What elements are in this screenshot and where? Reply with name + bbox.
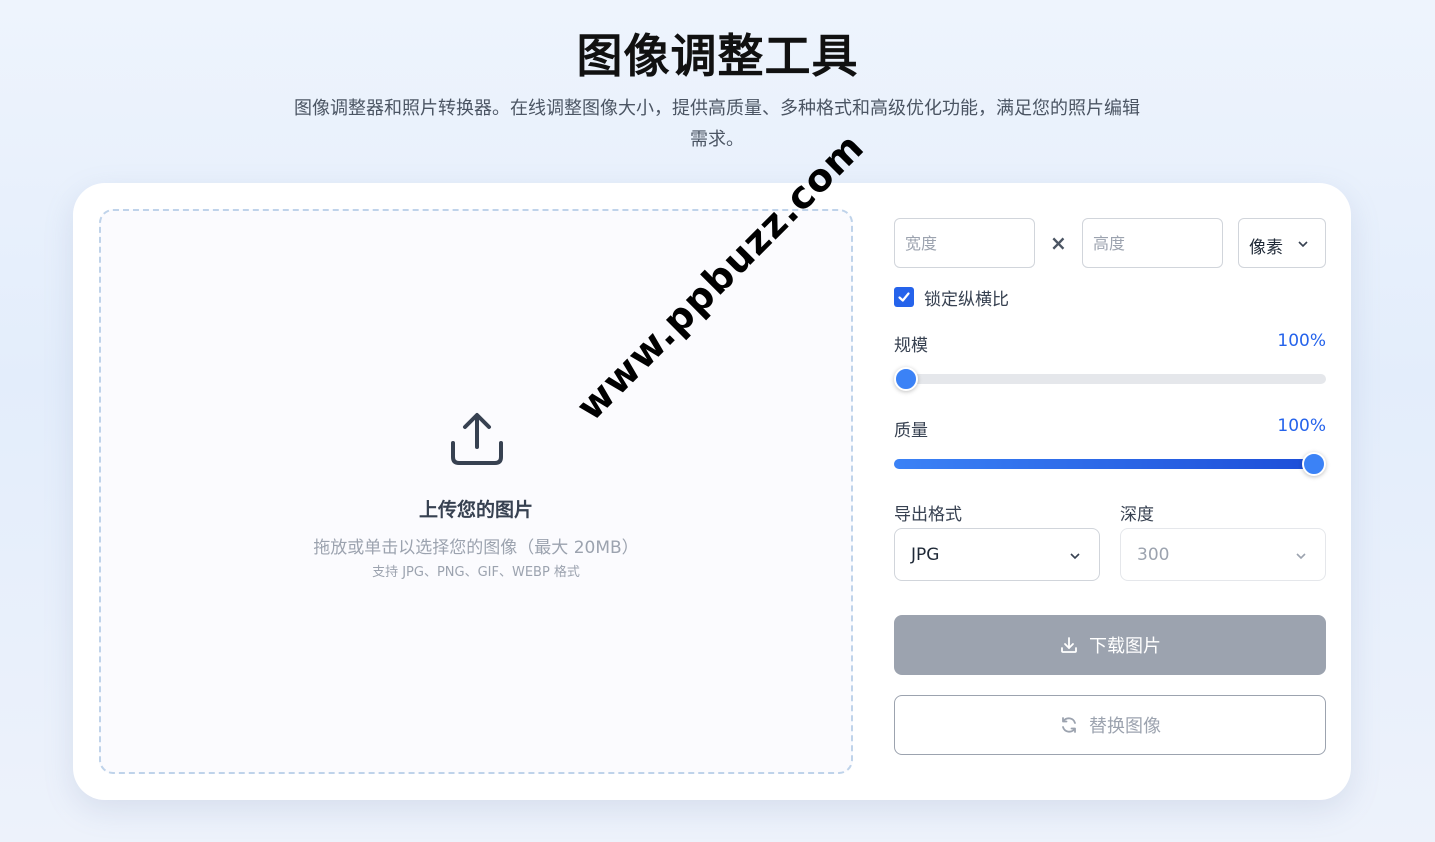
quality-value: 100% — [1277, 416, 1326, 436]
scale-value: 100% — [1277, 331, 1326, 351]
export-format-select[interactable]: JPG — [894, 528, 1100, 581]
download-icon — [1061, 637, 1077, 653]
chevron-down-icon — [1298, 241, 1308, 248]
upload-dropzone[interactable]: 上传您的图片 拖放或单击以选择您的图像（最大 20MB） 支持 JPG、PNG、… — [99, 209, 853, 774]
quality-label: 质量 — [894, 421, 928, 441]
quality-slider[interactable] — [894, 452, 1326, 476]
download-button[interactable]: 下载图片 — [894, 615, 1326, 675]
upload-hint: 拖放或单击以选择您的图像（最大 20MB） — [313, 538, 639, 558]
times-separator: × — [1050, 231, 1067, 255]
depth-label: 深度 — [1120, 505, 1154, 525]
upload-icon — [451, 413, 503, 465]
lock-aspect-label: 锁定纵横比 — [924, 289, 1009, 310]
upload-formats: 支持 JPG、PNG、GIF、WEBP 格式 — [372, 565, 580, 580]
refresh-icon — [1062, 717, 1076, 733]
depth-select[interactable]: 300 — [1120, 528, 1326, 581]
height-input[interactable] — [1082, 218, 1223, 268]
lock-aspect-row[interactable]: 锁定纵横比 — [894, 287, 1009, 310]
unit-select-value: 像素 — [1249, 238, 1283, 258]
replace-button[interactable]: 替换图像 — [894, 695, 1326, 755]
download-button-label: 下载图片 — [1089, 636, 1161, 657]
page-subtitle: 图像调整器和照片转换器。在线调整图像大小，提供高质量、多种格式和高级优化功能，满… — [294, 98, 1140, 150]
upload-title: 上传您的图片 — [418, 499, 533, 521]
export-format-label: 导出格式 — [894, 505, 962, 525]
unit-select[interactable]: 像素 — [1238, 218, 1326, 268]
scale-label: 规模 — [894, 336, 928, 356]
quality-slider-fill — [894, 459, 1314, 469]
scale-slider[interactable] — [894, 367, 1326, 391]
replace-button-label: 替换图像 — [1089, 716, 1161, 737]
export-format-value: JPG — [911, 545, 940, 565]
scale-slider-thumb[interactable] — [894, 367, 918, 391]
check-icon — [898, 292, 910, 302]
chevron-down-icon — [1070, 553, 1080, 560]
quality-slider-thumb[interactable] — [1302, 452, 1326, 476]
depth-value: 300 — [1137, 545, 1170, 565]
chevron-down-icon — [1296, 553, 1306, 560]
page-title: 图像调整工具 — [576, 29, 859, 83]
width-input[interactable] — [894, 218, 1035, 268]
lock-aspect-checkbox[interactable] — [894, 287, 914, 307]
